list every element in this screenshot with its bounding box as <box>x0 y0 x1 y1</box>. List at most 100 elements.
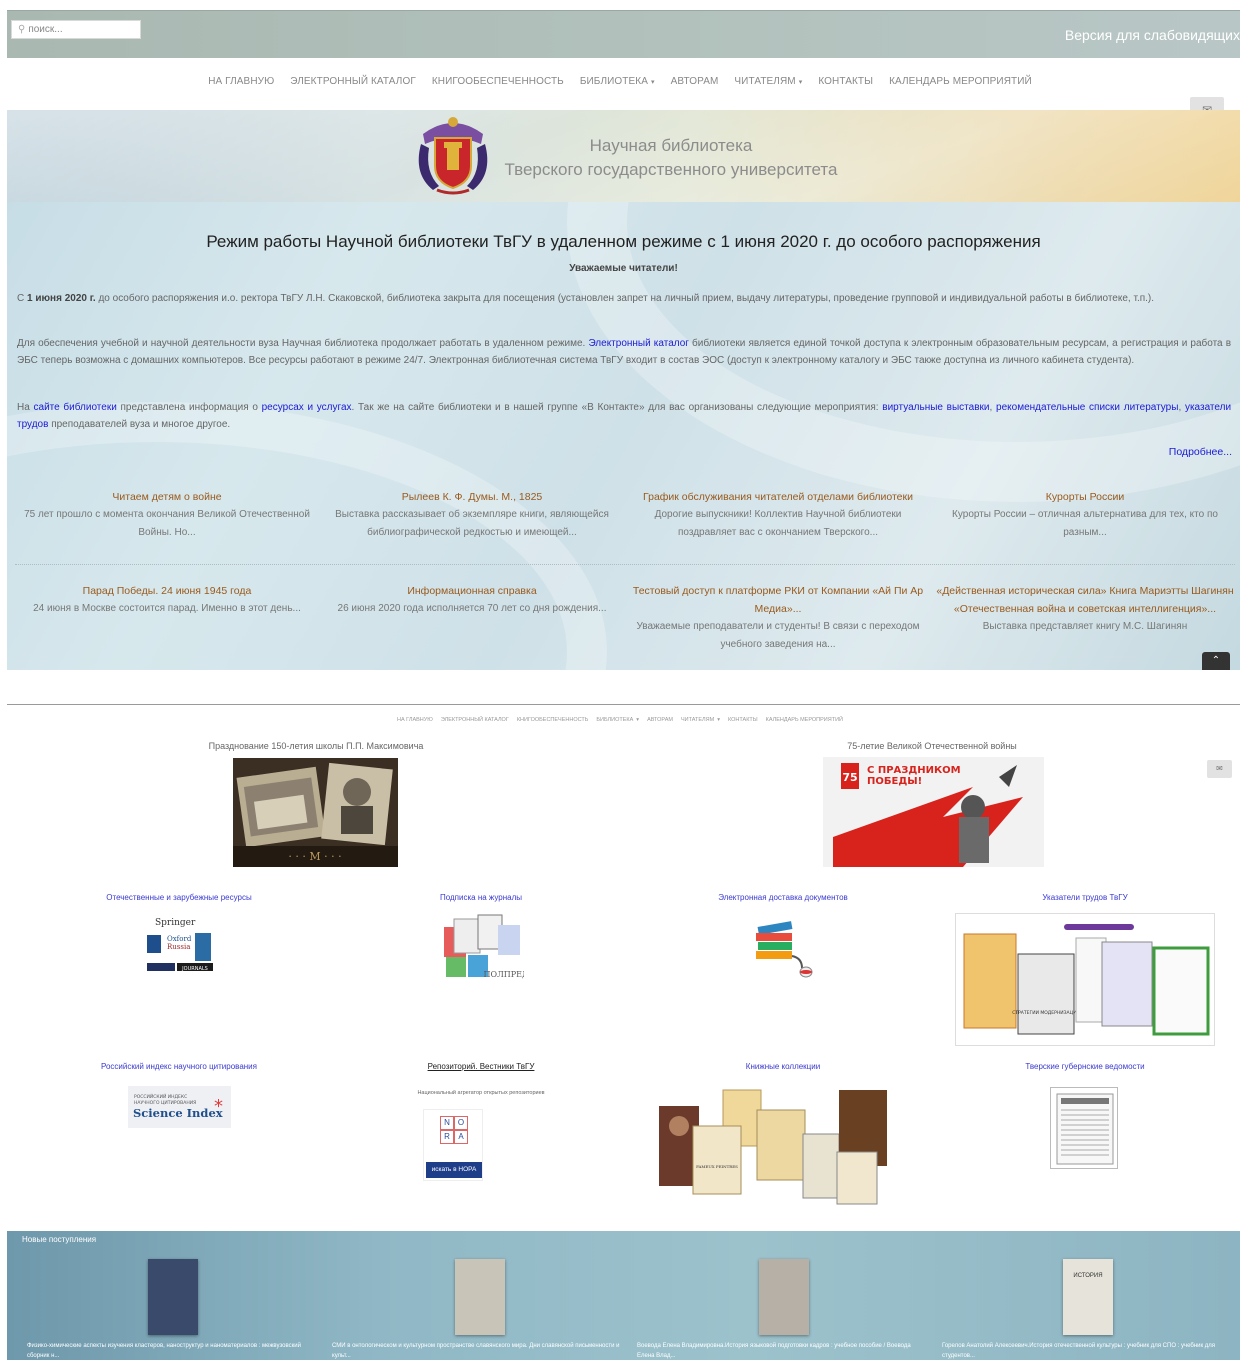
res-label-book-collections[interactable]: Книжные коллекции <box>633 1062 933 1071</box>
nav-item-0[interactable]: НА ГЛАВНУЮ <box>208 76 274 87</box>
reading-lists-link[interactable]: рекомендательные списки литературы <box>996 402 1178 413</box>
news-title-link[interactable]: Тестовый доступ к платформе РКИ от Компа… <box>628 582 928 618</box>
svg-text:ПОБЕДЫ!: ПОБЕДЫ! <box>867 776 922 787</box>
nav-item-3[interactable]: БИБЛИОТЕКА ▾ <box>580 76 655 87</box>
top-bar: ⚲ поиск... Версия для слабовидящих <box>7 10 1240 58</box>
tver-gazette-image[interactable] <box>1050 1087 1118 1169</box>
compact-nav-item-3[interactable]: БИБЛИОТЕКА ▾ <box>596 717 639 723</box>
svg-text:ПОЛПРЕД: ПОЛПРЕД <box>484 970 524 979</box>
low-vision-version-link[interactable]: Версия для слабовидящих <box>1065 27 1240 43</box>
res-label-journals[interactable]: Подписка на журналы <box>331 893 631 902</box>
nav-item-2[interactable]: КНИГООБЕСПЕЧЕННОСТЬ <box>432 76 564 87</box>
search-input[interactable]: ⚲ поиск... <box>11 20 141 39</box>
mail-button-small[interactable]: ✉ <box>1207 760 1232 778</box>
compact-nav-item-0[interactable]: НА ГЛАВНУЮ <box>397 717 433 723</box>
search-nora-button[interactable]: искать в НОРА <box>426 1162 482 1178</box>
news-excerpt: Выставка представляет книгу М.С. Шагинян <box>982 621 1188 632</box>
res-label-document-delivery[interactable]: Электронная доставка документов <box>633 893 933 902</box>
nora-subtitle: Национальный агрегатор открытых репозито… <box>417 1090 545 1096</box>
science-index-logo[interactable]: РОССИЙСКИЙ ИНДЕКС НАУЧНОГО ЦИТИРОВАНИЯ S… <box>128 1086 231 1128</box>
book-collections-image[interactable]: FAMEUX PEINTRES <box>653 1086 913 1215</box>
featured-label-school[interactable]: Празднование 150-летия школы П.П. Максим… <box>166 741 466 751</box>
svg-text:СТРАТЕГИИ МОДЕРНИЗАЦИИ: СТРАТЕГИИ МОДЕРНИЗАЦИИ <box>1012 1010 1080 1016</box>
book-cover[interactable] <box>148 1259 198 1335</box>
res-label-works-indexes[interactable]: Указатели трудов ТвГУ <box>935 893 1235 902</box>
compact-nav-item-5[interactable]: ЧИТАТЕЛЯМ ▾ <box>681 717 720 723</box>
news-item: Курорты России Курорты России – отличная … <box>935 488 1235 542</box>
resources-services-link[interactable]: ресурсах и услугах <box>262 402 352 413</box>
book-caption[interactable]: Физико-химические аспекты изучения класт… <box>27 1341 317 1360</box>
main-news-block: Режим работы Научной библиотеки ТвГУ в у… <box>7 202 1240 670</box>
news-title-link[interactable]: График обслуживания читателей отделами б… <box>628 488 928 506</box>
scroll-top-button[interactable]: ⌃ <box>1202 652 1230 670</box>
news-item: График обслуживания читателей отделами б… <box>628 488 928 542</box>
virtual-exhibitions-link[interactable]: виртуальные выставки <box>882 402 989 413</box>
nav-item-6[interactable]: КОНТАКТЫ <box>818 76 873 87</box>
res-label-rsci[interactable]: Российский индекс научного цитирования <box>29 1062 329 1071</box>
news-excerpt: Курорты России – отличная альтернатива д… <box>952 509 1218 538</box>
news-item: Тестовый доступ к платформе РКИ от Компа… <box>628 582 928 654</box>
book-caption[interactable]: Горелов Анатолий Алексеевич.История отеч… <box>942 1341 1232 1360</box>
news-title-link[interactable]: Парад Победы. 24 июня 1945 года <box>17 582 317 600</box>
read-more-link[interactable]: Подробнее... <box>1169 446 1232 458</box>
compact-nav-item-4[interactable]: АВТОРАМ <box>647 717 673 723</box>
journals-subscription-image[interactable]: ПОЛПРЕД <box>440 913 524 983</box>
header-banner: Научная библиотека Тверского государстве… <box>7 110 1240 202</box>
news-divider <box>15 564 1235 565</box>
main-nav: НА ГЛАВНУЮ ЭЛЕКТРОННЫЙ КАТАЛОГ КНИГООБЕСПЕ… <box>0 76 1240 87</box>
library-title[interactable]: Научная библиотека Тверского государстве… <box>491 134 851 182</box>
compact-nav-item-2[interactable]: КНИГООБЕСПЕЧЕННОСТЬ <box>517 717 589 723</box>
book-cover[interactable] <box>759 1259 809 1335</box>
school-anniversary-image[interactable]: · · · M · · · <box>233 758 398 867</box>
news-title-link[interactable]: Рылеев К. Ф. Думы. М., 1825 <box>322 488 622 506</box>
compact-nav-item-1[interactable]: ЭЛЕКТРОННЫЙ КАТАЛОГ <box>441 717 509 723</box>
svg-text:JOURNALS: JOURNALS <box>181 966 208 972</box>
res-label-repository[interactable]: Репозиторий. Вестники ТвГУ <box>331 1062 631 1071</box>
victory-day-poster[interactable]: 75 С ПРАЗДНИКОМ ПОБЕДЫ! 9 мая <box>823 757 1044 867</box>
envelope-icon: ✉ <box>1216 764 1223 773</box>
library-site-link[interactable]: сайте библиотеки <box>34 402 117 413</box>
caret-down-icon: ▾ <box>798 79 803 86</box>
caret-down-icon: ▾ <box>650 79 655 86</box>
book-cover[interactable] <box>455 1259 505 1335</box>
university-crest-logo[interactable] <box>413 114 493 196</box>
paragraph-2: Для обеспечения учебной и научной деятел… <box>17 338 1232 366</box>
news-excerpt: 26 июня 2020 года исполняется 70 лет со … <box>337 603 607 614</box>
nora-logo-cell: A <box>454 1130 468 1144</box>
compact-nav: НА ГЛАВНУЮ ЭЛЕКТРОННЫЙ КАТАЛОГ КНИГООБЕСПЕ… <box>0 717 1240 723</box>
page-headline: Режим работы Научной библиотеки ТвГУ в у… <box>206 232 1041 251</box>
book-cover[interactable]: ИСТОРИЯ <box>1063 1259 1113 1335</box>
nora-logo-cell: R <box>440 1130 454 1144</box>
news-item: Информационная справка 26 июня 2020 года … <box>322 582 622 618</box>
publishers-logos[interactable]: Springer Oxford Russia JOURNALS <box>145 913 215 975</box>
search-icon: ⚲ <box>18 24 26 35</box>
greeting: Уважаемые читатели! <box>569 263 678 274</box>
news-title-link[interactable]: «Действенная историческая сила» Книга Ма… <box>935 582 1235 618</box>
nav-item-5[interactable]: ЧИТАТЕЛЯМ ▾ <box>734 76 802 87</box>
res-label-tver-gazette[interactable]: Тверские губернские ведомости <box>935 1062 1235 1071</box>
svg-text:мая: мая <box>871 853 894 866</box>
caret-down-icon: ▾ <box>636 717 640 723</box>
document-delivery-image[interactable] <box>752 916 814 978</box>
news-title-link[interactable]: Читаем детям о войне <box>17 488 317 506</box>
nav-item-1[interactable]: ЭЛЕКТРОННЫЙ КАТАЛОГ <box>290 76 416 87</box>
nora-search-widget[interactable]: NORA искать в НОРА <box>423 1109 483 1181</box>
news-item: Читаем детям о войне 75 лет прошло с моме… <box>17 488 317 542</box>
electronic-catalog-link[interactable]: Электронный каталог <box>588 338 688 349</box>
svg-text:FAMEUX PEINTRES: FAMEUX PEINTRES <box>696 1164 738 1169</box>
news-title-link[interactable]: Информационная справка <box>322 582 622 600</box>
nav-item-7[interactable]: КАЛЕНДАРЬ МЕРОПРИЯТИЙ <box>889 76 1032 87</box>
compact-nav-item-7[interactable]: КАЛЕНДАРЬ МЕРОПРИЯТИЙ <box>766 717 843 723</box>
news-title-link[interactable]: Курорты России <box>935 488 1235 506</box>
res-label-domestic-foreign[interactable]: Отечественные и зарубежные ресурсы <box>29 893 329 902</box>
compact-nav-item-6[interactable]: КОНТАКТЫ <box>728 717 758 723</box>
book-caption[interactable]: СМИ в онтологическом и культурном простр… <box>332 1341 622 1360</box>
svg-text:75: 75 <box>842 771 857 784</box>
svg-text:Science Index: Science Index <box>133 1106 223 1120</box>
svg-text:9: 9 <box>843 825 871 867</box>
works-indexes-image[interactable]: СТРАТЕГИИ МОДЕРНИЗАЦИИ <box>955 913 1215 1046</box>
featured-label-victory[interactable]: 75-летие Великой Отечественной войны <box>782 741 1082 751</box>
svg-text:Oxford: Oxford <box>167 935 192 943</box>
book-caption[interactable]: Воевода Елена Владимировна.История языко… <box>637 1341 927 1360</box>
nav-item-4[interactable]: АВТОРАМ <box>671 76 719 87</box>
